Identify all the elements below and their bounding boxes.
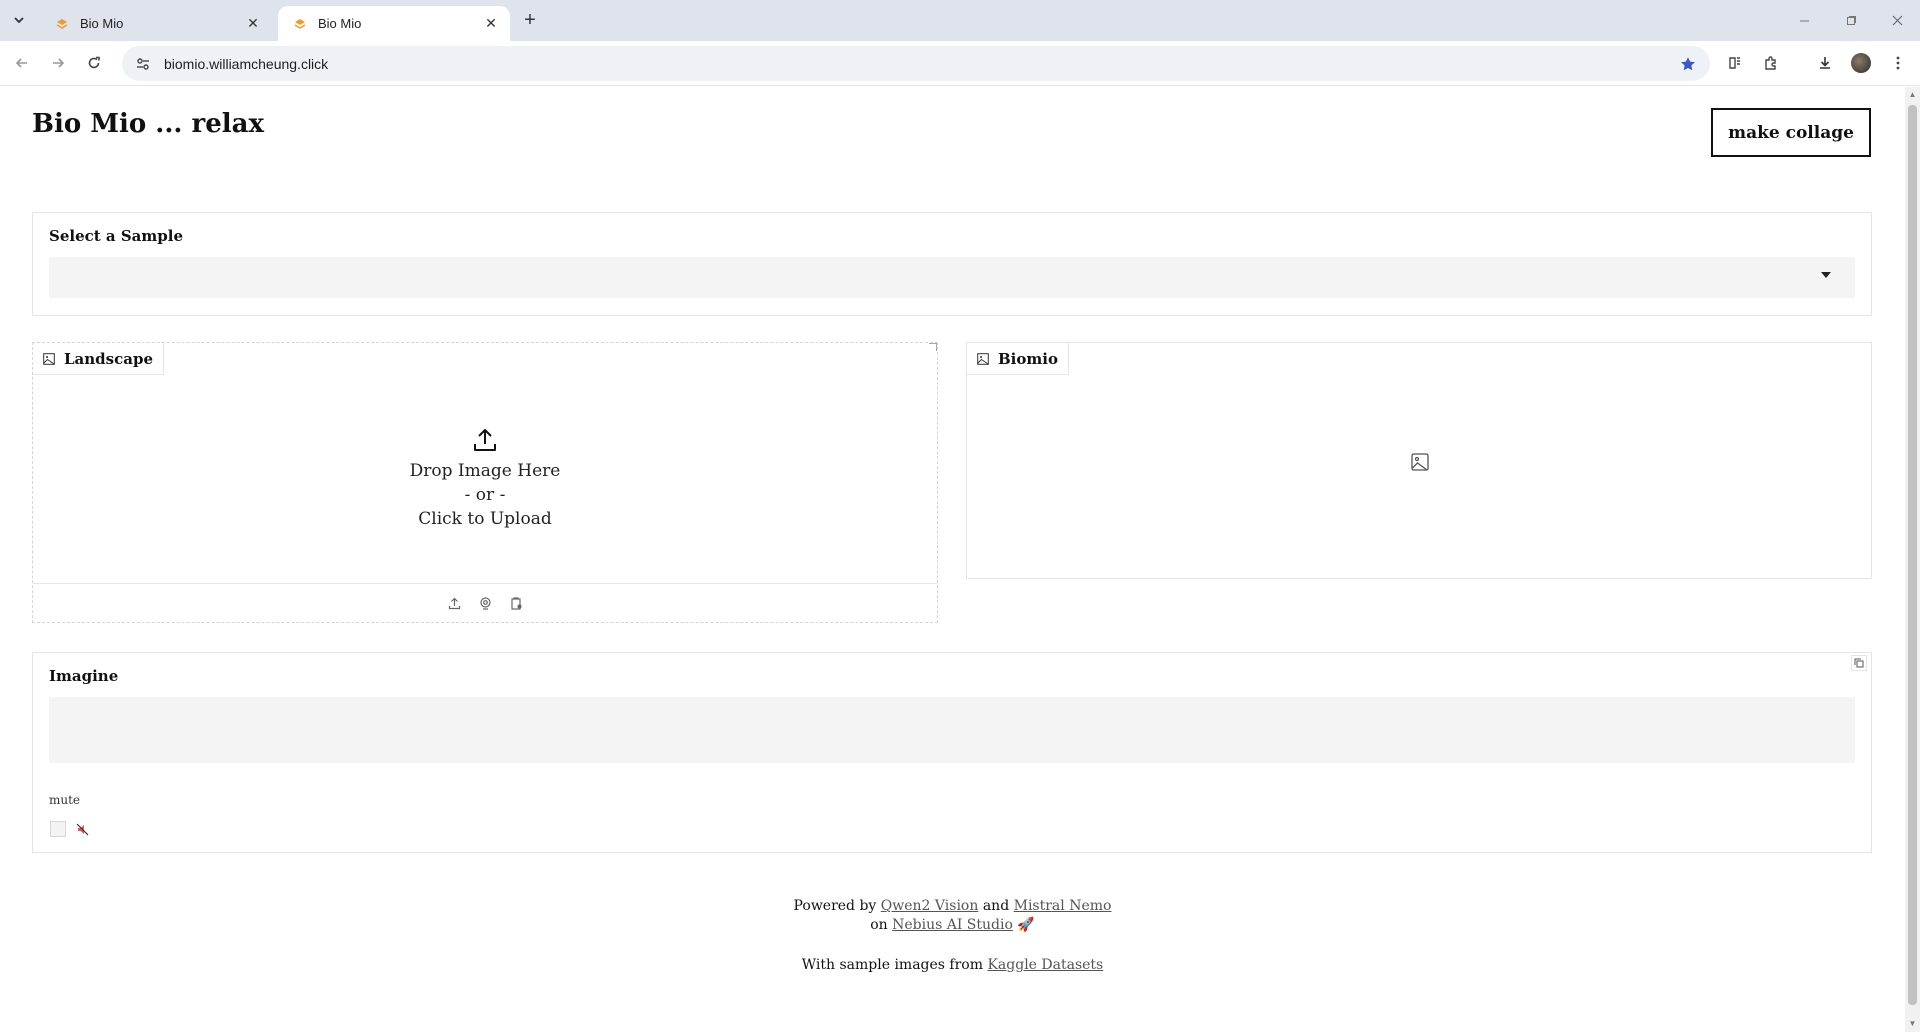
bookmark-star-icon[interactable] bbox=[1674, 50, 1702, 78]
image-drop-zone[interactable]: Drop Image Here - or - Click to Upload bbox=[33, 375, 937, 583]
muted-speaker-icon bbox=[76, 823, 89, 836]
dropdown-caret-icon bbox=[1821, 272, 1831, 278]
footer-nebius: on Nebius AI Studio 🚀 bbox=[0, 916, 1905, 935]
scroll-up-icon[interactable]: ▲ bbox=[1908, 90, 1917, 100]
landscape-upload-block: Landscape Drop Image Here - or - Click t… bbox=[32, 342, 938, 623]
tab-search-button[interactable] bbox=[6, 7, 32, 33]
upload-icon bbox=[474, 429, 496, 451]
scroll-down-icon[interactable]: ▼ bbox=[1908, 1019, 1917, 1029]
page-title: Bio Mio ... relax bbox=[32, 109, 264, 139]
mute-checkbox[interactable] bbox=[50, 821, 66, 837]
more-menu-icon[interactable] bbox=[1885, 50, 1911, 76]
minimize-icon[interactable] bbox=[1781, 0, 1827, 41]
qwen2-vision-link[interactable]: Qwen2 Vision bbox=[881, 898, 979, 914]
biomio-label-tab: Biomio bbox=[967, 343, 1069, 375]
extensions-puzzle-icon[interactable] bbox=[1758, 50, 1784, 76]
new-tab-button[interactable]: + bbox=[518, 8, 542, 32]
fullscreen-corner-icon bbox=[929, 343, 937, 351]
upload-source-toolbar bbox=[33, 583, 937, 623]
image-icon bbox=[43, 352, 55, 365]
copy-icon[interactable] bbox=[1851, 655, 1867, 671]
tab-title: Bio Mio bbox=[318, 16, 362, 31]
image-icon bbox=[977, 352, 989, 365]
imagine-block: Imagine mute bbox=[32, 652, 1872, 853]
biomio-label: Biomio bbox=[998, 349, 1058, 368]
make-collage-button[interactable]: make collage bbox=[1711, 108, 1871, 157]
sample-selector-block: Select a Sample bbox=[32, 212, 1872, 316]
address-bar[interactable]: biomio.williamcheung.click bbox=[122, 46, 1710, 81]
and-text: and bbox=[982, 898, 1010, 914]
gradio-favicon-icon bbox=[54, 16, 70, 32]
on-text: on bbox=[870, 917, 888, 933]
profile-avatar[interactable] bbox=[1851, 53, 1871, 73]
restore-icon[interactable] bbox=[1828, 0, 1874, 41]
rocket-emoji: 🚀 bbox=[1017, 917, 1035, 933]
tab-strip: Bio Mio ✕ Bio Mio ✕ + bbox=[0, 0, 1920, 41]
back-icon[interactable] bbox=[8, 49, 36, 77]
upload-source-icon[interactable] bbox=[448, 597, 461, 610]
or-text: - or - bbox=[464, 485, 506, 505]
mute-label: mute bbox=[49, 793, 81, 807]
close-window-icon[interactable] bbox=[1874, 0, 1920, 41]
mistral-nemo-link[interactable]: Mistral Nemo bbox=[1014, 898, 1112, 914]
biomio-output-block: Biomio bbox=[966, 342, 1872, 579]
site-settings-icon[interactable] bbox=[132, 53, 154, 75]
image-placeholder-icon bbox=[1411, 453, 1429, 471]
sample-label: Select a Sample bbox=[49, 227, 183, 245]
forward-icon[interactable] bbox=[44, 49, 72, 77]
nebius-ai-studio-link[interactable]: Nebius AI Studio bbox=[892, 917, 1013, 933]
scrollbar-thumb[interactable] bbox=[1908, 105, 1917, 1005]
sample-dropdown[interactable] bbox=[49, 257, 1855, 298]
drop-image-text: Drop Image Here bbox=[409, 461, 561, 481]
sample-images-text: With sample images from bbox=[801, 957, 984, 973]
url-text: biomio.williamcheung.click bbox=[164, 55, 329, 72]
close-tab-icon[interactable]: ✕ bbox=[244, 15, 262, 33]
imagine-label: Imagine bbox=[49, 667, 119, 685]
landscape-label-tab: Landscape bbox=[33, 343, 164, 375]
chevron-down-icon bbox=[14, 17, 24, 24]
browser-tab-active[interactable]: Bio Mio ✕ bbox=[278, 6, 510, 41]
powered-by-text: Powered by bbox=[793, 898, 877, 914]
close-tab-icon[interactable]: ✕ bbox=[482, 15, 500, 33]
browser-tab[interactable]: Bio Mio ✕ bbox=[40, 6, 272, 41]
gradio-favicon-icon bbox=[292, 16, 308, 32]
tab-title: Bio Mio bbox=[80, 16, 124, 31]
footer-sample-images: With sample images from Kaggle Datasets bbox=[0, 956, 1905, 975]
reading-mode-icon[interactable] bbox=[1722, 50, 1748, 76]
downloads-icon[interactable] bbox=[1812, 50, 1838, 76]
imagine-textbox[interactable] bbox=[49, 697, 1855, 763]
landscape-label: Landscape bbox=[64, 349, 153, 368]
page-content: Bio Mio ... relax make collage Select a … bbox=[0, 87, 1905, 1032]
reload-icon[interactable] bbox=[80, 49, 108, 77]
clipboard-icon[interactable] bbox=[510, 597, 523, 610]
browser-toolbar: biomio.williamcheung.click bbox=[0, 41, 1920, 86]
click-to-upload-text: Click to Upload bbox=[418, 509, 552, 529]
webcam-icon[interactable] bbox=[479, 597, 492, 610]
kaggle-datasets-link[interactable]: Kaggle Datasets bbox=[987, 957, 1103, 973]
page-scrollbar[interactable]: ▲ ▼ bbox=[1905, 87, 1920, 1032]
footer-powered-by: Powered by Qwen2 Vision and Mistral Nemo bbox=[0, 897, 1905, 916]
